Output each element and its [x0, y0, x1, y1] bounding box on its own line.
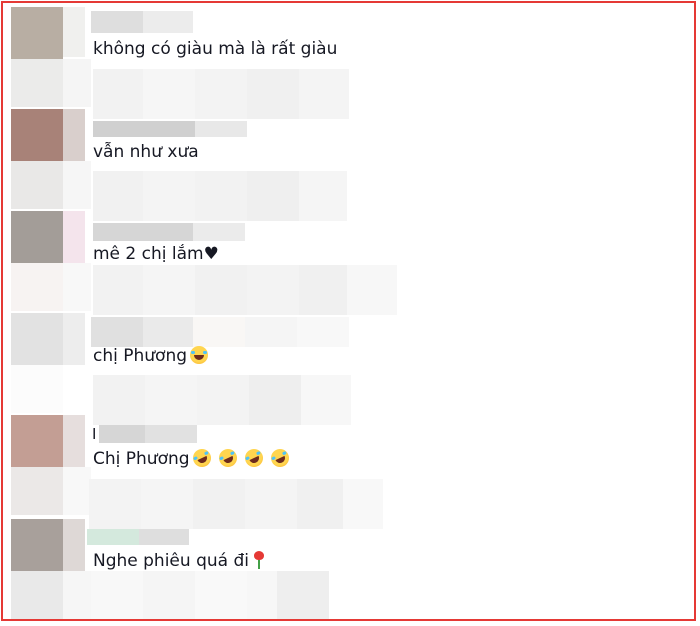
pixelated-block: [247, 171, 299, 221]
username-redacted: [193, 223, 245, 241]
username-redacted[interactable]: [91, 11, 143, 33]
username-redacted[interactable]: [93, 121, 195, 137]
pixelated-block: [143, 265, 195, 315]
pixelated-block: [195, 171, 247, 221]
pixelated-block: [195, 265, 247, 315]
pixelated-block: [63, 519, 85, 571]
rolling-laughing-icon: [241, 446, 266, 470]
comment-text-content: chị Phương: [93, 346, 188, 366]
pixelated-block: [245, 479, 297, 529]
comment-text: mê 2 chị lắm♥: [93, 244, 219, 264]
pixelated-block: [143, 69, 195, 119]
avatar[interactable]: [11, 365, 63, 413]
avatar[interactable]: [11, 467, 63, 515]
pixelated-block: [245, 317, 297, 347]
pixelated-block: [195, 571, 247, 619]
comment-text: Nghe phiêu quá đi: [93, 550, 265, 572]
username-redacted: [143, 317, 193, 347]
pixelated-block: [63, 109, 85, 161]
avatar[interactable]: [11, 7, 63, 59]
pixelated-block: [347, 265, 397, 315]
pixelated-block: [247, 265, 299, 315]
pixelated-block: [143, 171, 195, 221]
pixelated-block: [301, 375, 351, 425]
pixelated-block: [93, 375, 145, 425]
avatar[interactable]: [11, 263, 63, 311]
pixelated-block: [63, 313, 85, 365]
pixelated-block: [249, 375, 301, 425]
pixelated-block: [63, 161, 91, 209]
pixelated-block: [193, 479, 245, 529]
comment-screenshot-frame: không có giàu mà là rất giàu vẫn như xưa…: [1, 1, 696, 621]
avatar[interactable]: [11, 571, 63, 619]
comment-text: không có giàu mà là rất giàu: [93, 39, 338, 59]
avatar[interactable]: [11, 415, 63, 467]
pixelated-block: [247, 571, 277, 619]
pixelated-block: [93, 265, 143, 315]
username-redacted: [143, 11, 193, 33]
rolling-laughing-icon: [267, 446, 292, 470]
comment-text-content: Chị Phương: [93, 449, 190, 469]
rolling-laughing-icon: [189, 446, 214, 470]
comment-text: vẫn như xưa: [93, 142, 199, 162]
pixelated-block: [63, 467, 91, 515]
stray-character: I: [92, 425, 97, 443]
avatar[interactable]: [11, 211, 63, 263]
pixelated-block: [297, 479, 343, 529]
username-redacted[interactable]: [87, 529, 139, 545]
pixelated-block: [197, 375, 249, 425]
pixelated-block: [63, 59, 91, 107]
pixelated-block: [141, 479, 193, 529]
username-redacted[interactable]: [93, 223, 193, 241]
username-redacted[interactable]: [91, 317, 143, 347]
laughing-face-icon: [190, 346, 209, 364]
username-redacted: [145, 425, 197, 443]
avatar[interactable]: [11, 313, 63, 365]
username-redacted[interactable]: [99, 425, 145, 443]
rolling-laughing-icon: [215, 446, 240, 470]
avatar[interactable]: [11, 59, 63, 107]
pixelated-block: [277, 571, 329, 619]
pixelated-block: [299, 265, 347, 315]
pixelated-block: [143, 571, 195, 619]
pixelated-block: [63, 211, 85, 263]
username-redacted: [139, 529, 189, 545]
avatar[interactable]: [11, 109, 63, 161]
pixelated-block: [91, 571, 143, 619]
comment-text: chị Phương: [93, 345, 209, 367]
rose-icon: [253, 551, 265, 569]
pixelated-block: [247, 69, 299, 119]
comment-text-content: Nghe phiêu quá đi: [93, 551, 249, 571]
pixelated-block: [63, 571, 91, 619]
pixelated-block: [195, 69, 247, 119]
avatar[interactable]: [11, 519, 63, 571]
pixelated-block: [145, 375, 197, 425]
pixelated-block: [93, 171, 143, 221]
comment-text: Chị Phương: [93, 446, 292, 470]
pixelated-block: [193, 317, 245, 347]
pixelated-block: [299, 171, 347, 221]
username-redacted: [195, 121, 247, 137]
pixelated-block: [63, 7, 85, 57]
pixelated-block: [343, 479, 383, 529]
pixelated-block: [297, 317, 349, 347]
pixelated-block: [299, 69, 349, 119]
pixelated-block: [89, 479, 141, 529]
pixelated-block: [93, 69, 143, 119]
pixelated-block: [63, 263, 91, 311]
avatar[interactable]: [11, 161, 63, 209]
pixelated-block: [63, 415, 85, 467]
